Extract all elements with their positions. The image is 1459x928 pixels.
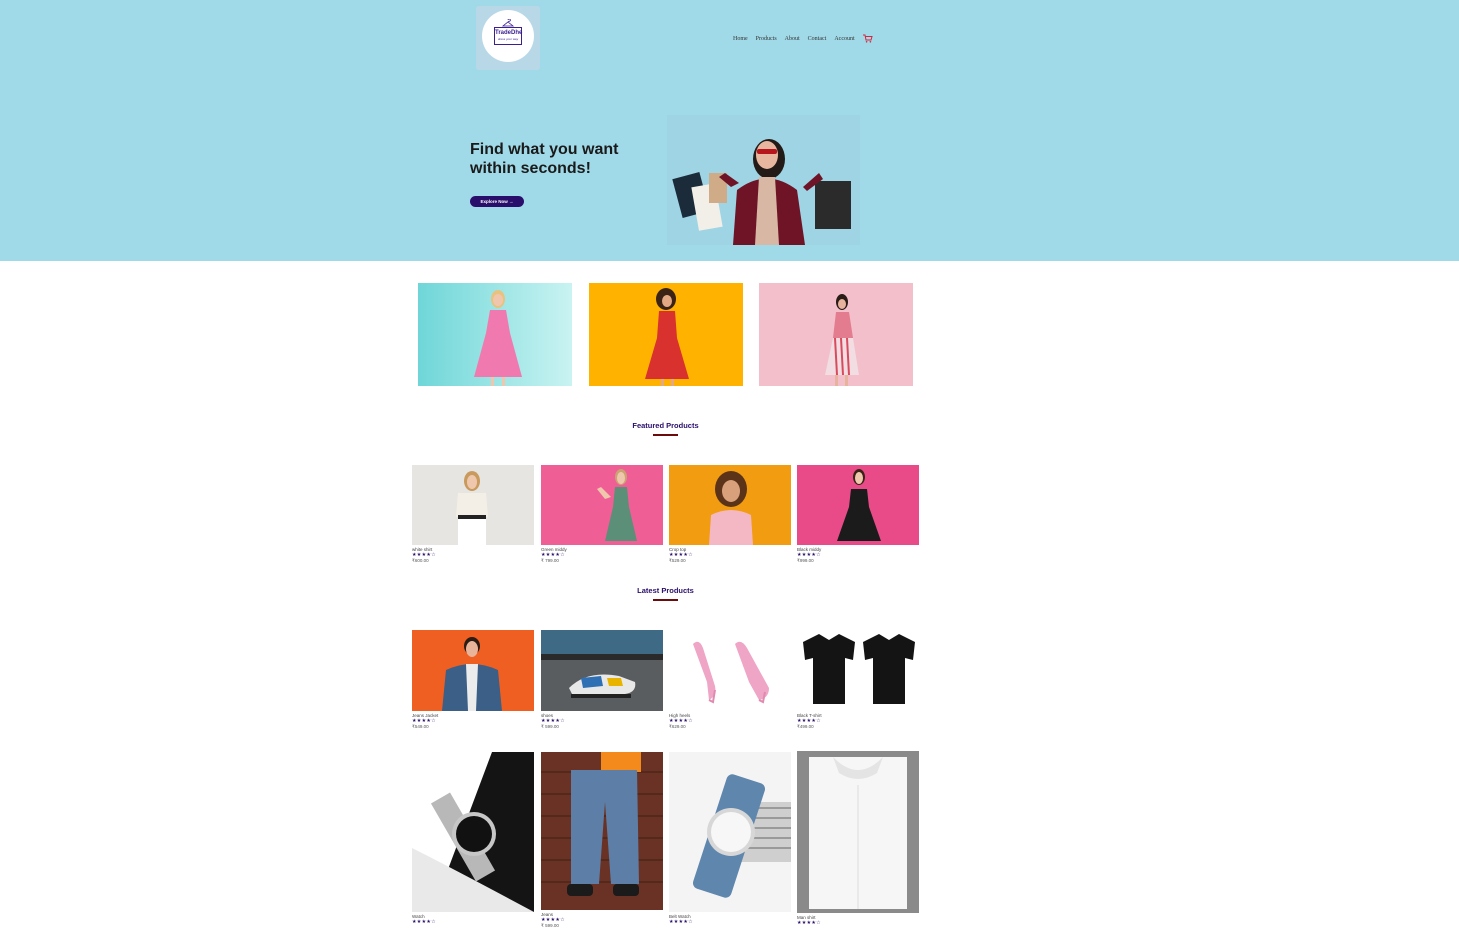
product-card[interactable]: Crop top ★★★★☆ ₹529.00: [669, 465, 791, 563]
product-image: [541, 630, 663, 711]
product-price: ₹600.00: [412, 558, 429, 563]
product-price: ₹629.00: [669, 724, 686, 729]
brand-name: TradeDhe: [495, 30, 523, 36]
category-banner-striped-dress[interactable]: [759, 283, 913, 386]
hero-shopping-woman-image: [667, 115, 860, 245]
product-image: [797, 751, 919, 913]
hero-title: Find what you want within seconds!: [470, 141, 619, 177]
product-price: ₹999.00: [797, 558, 814, 563]
product-card[interactable]: Green middy ★★★★☆ ₹ 799.00: [541, 465, 663, 563]
product-price: ₹ 799.00: [541, 558, 559, 563]
product-image: [797, 465, 919, 545]
product-card[interactable]: shoes ★★★★☆ ₹ 599.00: [541, 630, 663, 729]
explore-now-button[interactable]: Explore Now →: [470, 196, 524, 207]
nav-about[interactable]: About: [785, 36, 800, 42]
product-price: ₹529.00: [669, 558, 686, 563]
category-banner-pink-dress[interactable]: [418, 283, 572, 386]
product-card[interactable]: white shirt ★★★★☆ ₹600.00: [412, 465, 534, 563]
nav-products[interactable]: Products: [756, 36, 777, 42]
product-image: [412, 465, 534, 545]
cart-icon[interactable]: [862, 34, 873, 43]
product-image: [541, 465, 663, 545]
product-price: ₹ 599.00: [541, 724, 559, 729]
hanger-icon: [502, 19, 514, 27]
latest-underline: [653, 599, 678, 601]
product-card[interactable]: Black middy ★★★★☆ ₹999.00: [797, 465, 919, 563]
product-card[interactable]: Watch ★★★★☆: [412, 752, 534, 925]
product-image: [669, 752, 791, 912]
product-image: [412, 630, 534, 711]
rating-stars: ★★★★☆: [669, 919, 693, 925]
product-card[interactable]: Belt Watch ★★★★☆: [669, 752, 791, 925]
latest-products-heading: Latest Products: [637, 586, 694, 595]
product-card[interactable]: Man shirt ★★★★☆: [797, 751, 919, 926]
hero-section: TradeDhe dress your way Home Products Ab…: [0, 0, 1459, 261]
product-price: ₹549.00: [412, 724, 429, 729]
brand-tagline: dress your way: [497, 37, 519, 41]
nav-home[interactable]: Home: [733, 36, 748, 42]
nav-contact[interactable]: Contact: [808, 36, 827, 42]
featured-products-heading: Featured Products: [632, 421, 699, 430]
category-banner-red-dress[interactable]: [589, 283, 743, 386]
product-card[interactable]: Black T-shirt ★★★★☆ ₹499.00: [797, 630, 919, 729]
product-image: [797, 630, 919, 711]
product-card[interactable]: High heels ★★★★☆ ₹629.00: [669, 630, 791, 729]
product-image: [669, 465, 791, 545]
product-card[interactable]: Jeans Jacket ★★★★☆ ₹549.00: [412, 630, 534, 729]
product-card[interactable]: Jeans ★★★★☆ ₹ 599.00: [541, 752, 663, 928]
product-image: [669, 630, 791, 711]
rating-stars: ★★★★☆: [412, 919, 436, 925]
product-price: ₹499.00: [797, 724, 814, 729]
rating-stars: ★★★★☆: [797, 920, 821, 926]
main-nav: Home Products About Contact Account: [733, 34, 873, 43]
featured-underline: [653, 434, 678, 436]
product-image: [541, 752, 663, 910]
product-image: [412, 752, 534, 912]
brand-logo[interactable]: TradeDhe dress your way: [476, 6, 540, 70]
nav-account[interactable]: Account: [834, 36, 854, 42]
